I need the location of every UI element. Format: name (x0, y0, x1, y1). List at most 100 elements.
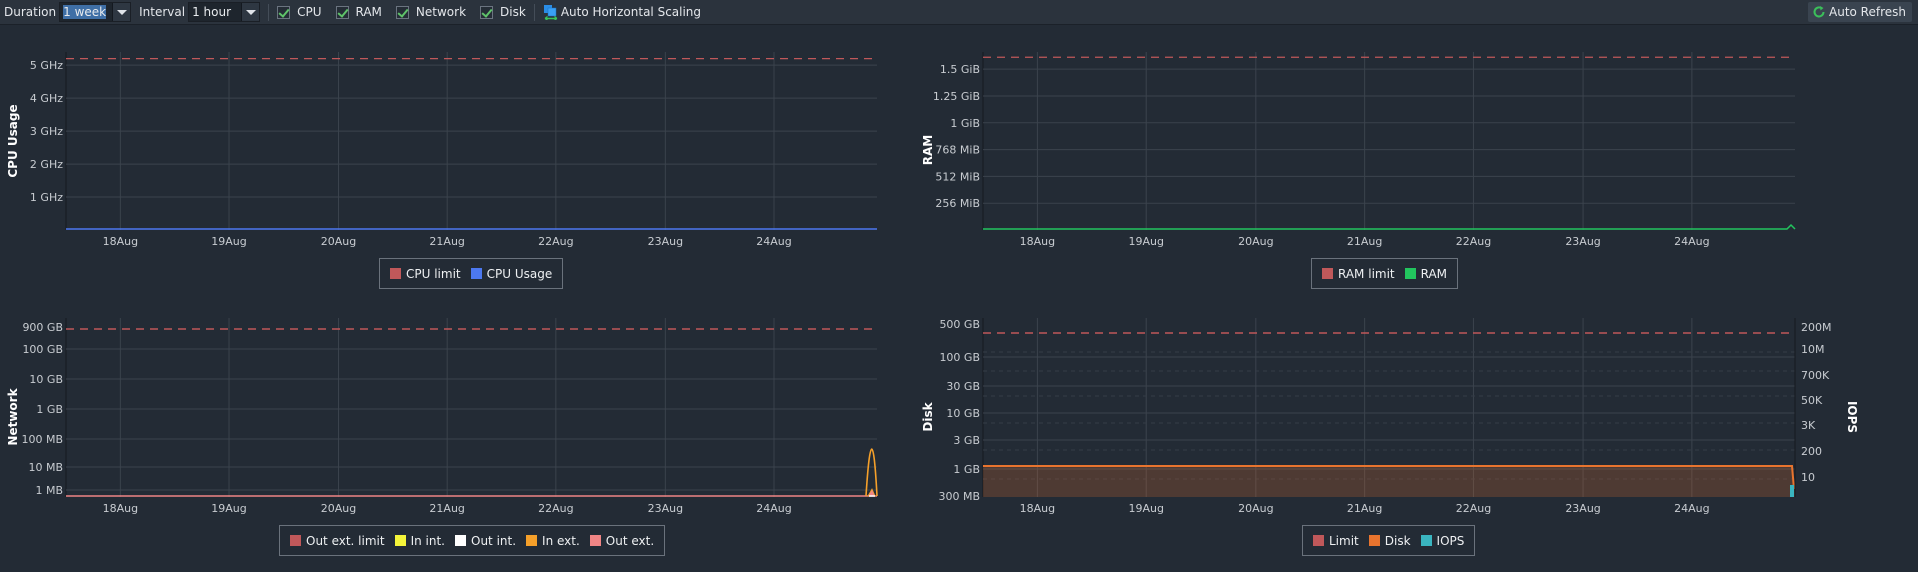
y-tick-label: 500 GB (939, 318, 980, 331)
legend-swatch (390, 268, 401, 279)
legend-label: In int. (410, 533, 445, 548)
y-tick-label: 3 GHz (30, 125, 63, 138)
interval-value: 1 hour (192, 5, 232, 19)
x-tick-label: 22Aug (1456, 502, 1491, 515)
check-icon (335, 5, 349, 19)
legend-item[interactable]: Out ext. (589, 533, 655, 548)
x-tick-label: 23Aug (648, 502, 683, 515)
ram-checkbox[interactable]: RAM (335, 5, 382, 19)
x-tick-label: 19Aug (1128, 502, 1163, 515)
legend-label: IOPS (1436, 533, 1465, 548)
legend-label: Out int. (471, 533, 517, 548)
y-tick-label: 10 GB (29, 373, 63, 386)
legend-item[interactable]: Disk (1368, 534, 1411, 548)
ram-checkbox-label: RAM (355, 5, 382, 19)
legend-swatch (1420, 535, 1432, 546)
refresh-icon (1813, 6, 1825, 18)
legend-item[interactable]: In int. (394, 533, 445, 548)
x-tick-label: 22Aug (538, 502, 573, 515)
y2-tick-label: 50K (1801, 394, 1823, 407)
x-tick-label: 23Aug (1565, 502, 1600, 515)
charts-area: 18Aug 19Aug 20Aug 21Aug 22Aug 23Aug 24Aug CPU U… (6, 52, 1859, 515)
y-tick-label: 3 GB (953, 434, 980, 447)
x-tick-label: 18Aug (103, 235, 138, 248)
disk-checkbox-label: Disk (500, 5, 526, 19)
y-tick-label: 100 MB (21, 433, 63, 446)
network-legend: Out ext. limit In int. Out int. In ext. Out … (279, 525, 666, 556)
cpu-checkbox-label: CPU (297, 5, 322, 19)
x-tick-label: 24Aug (1674, 502, 1709, 515)
legend-swatch (394, 535, 406, 546)
iops-bar (1790, 485, 1794, 497)
iops-axis-title: IOPS (1845, 401, 1859, 433)
y-tick-label: 4 GHz (30, 92, 63, 105)
legend-label: In ext. (542, 533, 580, 548)
divider (268, 3, 270, 21)
legend-label: CPU limit (406, 266, 461, 281)
x-tick-label: 18Aug (103, 502, 138, 515)
disk-checkbox[interactable]: Disk (480, 5, 526, 19)
chevron-down-icon[interactable] (112, 3, 131, 21)
legend-item[interactable]: RAM limit (1322, 267, 1395, 281)
legend-label: Out ext. limit (306, 533, 385, 548)
legend-label: Limit (1329, 533, 1359, 548)
auto-refresh-button[interactable]: Auto Refresh (1808, 2, 1912, 22)
x-tick-label: 21Aug (429, 235, 464, 248)
legend-swatch (589, 535, 601, 546)
cpu-axis-title: CPU Usage (6, 104, 20, 177)
network-checkbox-label: Network (415, 5, 467, 19)
duration-label: Duration (4, 5, 57, 19)
x-tick-label: 19Aug (1128, 235, 1163, 248)
network-checkbox[interactable]: Network (395, 5, 467, 19)
legend-label: RAM (1420, 266, 1448, 281)
legend-swatch (290, 535, 301, 546)
y-tick-label: 512 MiB (935, 170, 980, 183)
in-ext-spike (865, 448, 878, 497)
legend-item[interactable]: RAM (1404, 266, 1448, 281)
y-tick-label: 100 GB (939, 351, 980, 364)
legend-item[interactable]: CPU Usage (470, 267, 552, 281)
x-tick-label: 21Aug (429, 502, 464, 515)
y-tick-label: 2 GHz (30, 158, 63, 171)
y-tick-label: 1.25 GiB (933, 90, 980, 103)
y-tick-label: 10 GB (946, 407, 980, 420)
legend-swatch (455, 535, 466, 546)
interval-select[interactable]: 1 hour (188, 2, 261, 22)
legend-label: RAM limit (1338, 266, 1395, 281)
y-tick-label: 30 GB (946, 380, 980, 393)
legend-swatch (1322, 268, 1333, 279)
disk-legend: Limit Disk IOPS (1302, 525, 1476, 556)
legend-swatch (1404, 268, 1416, 279)
scaling-icon (543, 5, 558, 20)
y-tick-label: 5 GHz (30, 59, 63, 72)
legend-swatch (470, 268, 482, 279)
duration-select[interactable]: 1 week (59, 2, 132, 22)
y-tick-label: 1 MB (35, 484, 63, 497)
legend-item[interactable]: Limit (1313, 534, 1359, 548)
ram-legend: RAM limit RAM (1311, 258, 1459, 289)
check-icon (277, 5, 291, 19)
ram-axis-title: RAM (921, 135, 935, 165)
x-tick-label: 23Aug (648, 235, 683, 248)
legend-swatch (1368, 535, 1380, 546)
y-tick-label: 768 MiB (935, 144, 980, 157)
cpu-checkbox[interactable]: CPU (277, 5, 322, 19)
legend-item[interactable]: Out ext. limit (290, 534, 385, 548)
legend-item[interactable]: In ext. (526, 534, 580, 548)
x-tick-label: 19Aug (211, 235, 246, 248)
y-tick-label: 1 GB (953, 463, 980, 476)
interval-label: Interval (139, 5, 186, 19)
auto-horizontal-scaling-button[interactable]: Auto Horizontal Scaling (543, 4, 701, 20)
legend-item[interactable]: Out int. (455, 534, 516, 548)
y-tick-label: 256 MiB (935, 197, 980, 210)
x-tick-label: 22Aug (538, 235, 573, 248)
chevron-down-icon[interactable] (241, 3, 260, 21)
x-tick-label: 21Aug (1347, 235, 1382, 248)
disk-area (983, 466, 1795, 497)
x-tick-label: 24Aug (1674, 235, 1709, 248)
legend-item[interactable]: IOPS (1420, 533, 1465, 548)
duration-value: 1 week (63, 5, 107, 19)
y-tick-label: 900 GB (22, 321, 63, 334)
legend-label: Out ext. (605, 533, 655, 548)
legend-item[interactable]: CPU limit (390, 267, 461, 281)
